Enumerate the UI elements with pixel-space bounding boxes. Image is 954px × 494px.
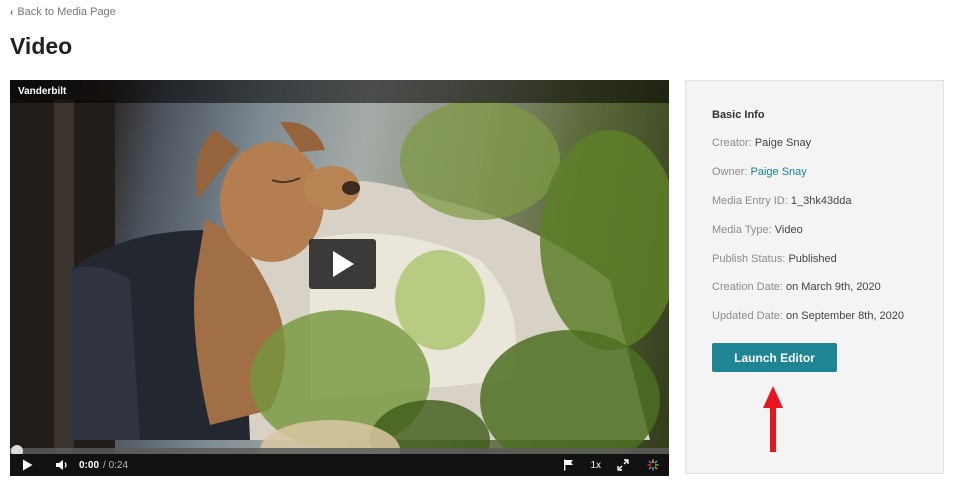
current-time: 0:00 xyxy=(79,459,100,471)
volume-button[interactable] xyxy=(55,459,69,471)
info-label: Creation Date: xyxy=(712,281,783,293)
playback-speed-button[interactable]: 1x xyxy=(590,460,601,471)
chevron-left-icon: ‹ xyxy=(10,6,14,18)
info-row-updated-date: Updated Date: on September 8th, 2020 xyxy=(712,310,904,322)
info-value: 1_3hk43dda xyxy=(790,195,852,207)
total-time: / 0:24 xyxy=(103,459,129,471)
kaltura-logo-icon xyxy=(647,459,659,471)
player-label: Vanderbilt xyxy=(18,86,67,97)
flag-icon xyxy=(564,459,574,471)
info-label: Updated Date: xyxy=(712,310,783,322)
info-label: Publish Status: xyxy=(712,253,786,265)
basic-info-panel: Basic Info Creator: Paige Snay Owner: Pa… xyxy=(685,80,944,474)
volume-icon xyxy=(56,460,67,470)
info-row-creator: Creator: Paige Snay xyxy=(712,137,811,149)
info-row-media-entry-id: Media Entry ID: 1_3hk43dda xyxy=(712,195,851,207)
info-label: Creator: xyxy=(712,137,752,149)
basic-info-heading: Basic Info xyxy=(712,109,765,121)
info-value: on March 9th, 2020 xyxy=(786,281,881,293)
info-row-creation-date: Creation Date: on March 9th, 2020 xyxy=(712,281,881,293)
flag-button[interactable] xyxy=(563,459,574,471)
info-value: Video xyxy=(774,224,803,236)
info-label: Media Entry ID: xyxy=(712,195,788,207)
video-player[interactable]: Vanderbilt 0:00 / 0:24 1x xyxy=(10,80,669,476)
info-row-publish-status: Publish Status: Published xyxy=(712,253,837,265)
info-value: on September 8th, 2020 xyxy=(786,310,905,322)
page-title: Video xyxy=(10,33,73,59)
player-controls: 0:00 / 0:24 1x xyxy=(10,454,669,476)
info-value: Paige Snay xyxy=(754,137,812,149)
play-icon xyxy=(23,459,33,471)
big-play-button[interactable] xyxy=(309,239,376,289)
info-row-media-type: Media Type: Video xyxy=(712,224,803,236)
play-button[interactable] xyxy=(22,459,33,471)
play-icon xyxy=(332,251,354,277)
back-to-media-link[interactable]: ‹ Back to Media Page xyxy=(10,6,116,18)
kaltura-logo-button[interactable] xyxy=(647,459,659,471)
launch-editor-button[interactable]: Launch Editor xyxy=(712,343,837,372)
red-arrow-annotation-icon xyxy=(763,386,783,452)
back-link-label: Back to Media Page xyxy=(17,6,116,18)
fullscreen-icon xyxy=(617,459,629,471)
info-value: Published xyxy=(788,253,837,265)
info-row-owner: Owner: Paige Snay xyxy=(712,166,807,178)
info-label: Owner: xyxy=(712,166,748,178)
player-title-bar: Vanderbilt xyxy=(10,80,669,103)
info-label: Media Type: xyxy=(712,224,772,236)
owner-link[interactable]: Paige Snay xyxy=(751,166,807,178)
fullscreen-button[interactable] xyxy=(617,459,629,471)
